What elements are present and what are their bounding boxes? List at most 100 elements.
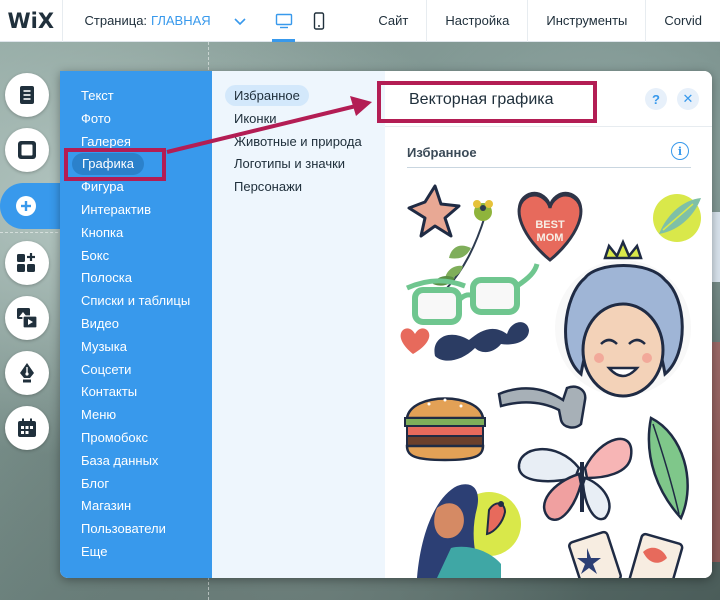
category-item-label: Кнопка — [81, 224, 124, 240]
apps-button[interactable] — [5, 241, 49, 285]
category-list: Текст Фото Галерея Графика Фигура Интерактив К… — [60, 71, 212, 578]
subcategory-item[interactable]: Животные и природа — [212, 131, 385, 154]
heart-text-line2: MOM — [537, 232, 564, 244]
category-item[interactable]: Меню — [60, 404, 212, 427]
menu-tools[interactable]: Инструменты — [527, 0, 645, 42]
category-item-label: Галерея — [81, 133, 131, 149]
grandma-sticker[interactable] — [555, 238, 691, 398]
pages-icon — [20, 86, 34, 104]
sticker-gallery: BEST MOM — [397, 178, 707, 578]
category-item-label: Магазин — [81, 498, 132, 514]
background-button[interactable] — [5, 128, 49, 172]
desktop-icon — [275, 13, 292, 28]
subcategory-item[interactable]: Избранное — [212, 85, 385, 108]
subcategory-item[interactable]: Персонажи — [212, 176, 385, 199]
small-heart-sticker[interactable] — [400, 328, 430, 354]
category-item[interactable]: База данных — [60, 450, 212, 473]
heart-text-line1: BEST — [535, 219, 565, 231]
category-item-label: Блог — [81, 475, 110, 491]
page-selector-value: ГЛАВНАЯ — [151, 13, 211, 28]
category-item[interactable]: Магазин — [60, 495, 212, 518]
close-button[interactable]: ✕ — [677, 88, 699, 110]
pipe-sticker[interactable] — [497, 385, 587, 429]
pages-button[interactable] — [5, 73, 49, 117]
chevron-down-icon — [233, 17, 246, 25]
palm-leaf-sticker[interactable] — [653, 194, 701, 242]
category-item[interactable]: Музыка — [60, 336, 212, 359]
category-item[interactable]: Бокс — [60, 245, 212, 268]
category-item-label: Интерактив — [81, 201, 151, 217]
green-leaf-sticker[interactable] — [647, 416, 689, 521]
help-button[interactable]: ? — [645, 88, 667, 110]
ticket-stickers[interactable] — [568, 530, 684, 578]
category-item-label: Контакты — [81, 384, 138, 400]
category-item[interactable]: Кнопка — [60, 222, 212, 245]
desktop-view-button[interactable] — [266, 0, 301, 42]
category-item-label: Фото — [81, 110, 111, 126]
menu-corvid[interactable]: Corvid — [645, 0, 720, 42]
category-item[interactable]: Галерея — [60, 131, 212, 154]
page-selector[interactable]: Страница: ГЛАВНАЯ — [63, 0, 267, 42]
category-item-label: Списки и таблицы — [81, 293, 191, 309]
category-item-label: Бокс — [81, 247, 110, 263]
mobile-icon — [313, 11, 324, 30]
section-title: Избранное — [407, 145, 477, 160]
bookings-button[interactable] — [5, 406, 49, 450]
menu-site[interactable]: Сайт — [376, 0, 426, 42]
section-header: Избранное i — [407, 142, 691, 168]
add-button[interactable] — [0, 183, 60, 229]
media-button[interactable] — [5, 296, 49, 340]
category-item[interactable]: Пользователи — [60, 518, 212, 541]
category-item[interactable]: Полоска — [60, 267, 212, 290]
info-icon[interactable]: i — [671, 142, 689, 160]
subcategory-item-label: Иконки — [234, 110, 277, 126]
category-item[interactable]: Промобокс — [60, 427, 212, 450]
category-item[interactable]: Контакты — [60, 381, 212, 404]
add-icon — [16, 196, 36, 216]
category-item-label: База данных — [81, 452, 159, 468]
media-icon — [17, 308, 38, 329]
subcategory-item[interactable]: Логотипы и значки — [212, 153, 385, 176]
content-header: Векторная графика ? ✕ — [385, 71, 712, 127]
category-item[interactable]: Фото — [60, 108, 212, 131]
background-icon — [18, 141, 36, 159]
category-item[interactable]: Видео — [60, 313, 212, 336]
category-item-label: Меню — [81, 407, 117, 423]
mobile-view-button[interactable] — [301, 0, 336, 42]
category-item-label: Музыка — [81, 338, 127, 354]
subcategory-item-label: Избранное — [225, 85, 309, 106]
star-sticker[interactable] — [407, 184, 461, 238]
woman-with-bird-sticker[interactable] — [417, 484, 521, 578]
bookings-icon — [18, 418, 36, 437]
category-item-label: Промобокс — [81, 429, 148, 445]
category-item-label: Соцсети — [81, 361, 132, 377]
category-item-label: Полоска — [81, 270, 132, 286]
sticker-gallery-svg: BEST MOM — [400, 184, 701, 578]
wix-logo[interactable]: WiX — [0, 0, 63, 42]
burger-sticker[interactable] — [404, 397, 486, 462]
subcategory-item-label: Животные и природа — [234, 133, 362, 149]
top-menu: Сайт Настройка Инструменты Corvid — [376, 0, 720, 42]
category-item[interactable]: Блог — [60, 473, 212, 496]
blog-button[interactable] — [5, 351, 49, 395]
subcategory-item[interactable]: Иконки — [212, 108, 385, 131]
category-item[interactable]: Текст — [60, 85, 212, 108]
apps-icon — [17, 253, 35, 272]
category-item-label: Фигура — [81, 179, 124, 195]
add-elements-panel: Текст Фото Галерея Графика Фигура Интерактив К… — [60, 71, 712, 578]
category-item-label: Текст — [81, 88, 114, 103]
page-selector-label: Страница: — [84, 13, 148, 28]
category-item[interactable]: Списки и таблицы — [60, 290, 212, 313]
category-item[interactable]: Еще — [60, 541, 212, 564]
glasses-sticker[interactable] — [405, 263, 540, 325]
menu-settings[interactable]: Настройка — [426, 0, 527, 42]
category-item[interactable]: Графика — [60, 153, 212, 176]
blog-pen-icon — [20, 363, 34, 383]
best-mom-heart-sticker[interactable]: BEST MOM — [517, 191, 583, 262]
mustache-sticker[interactable] — [434, 322, 529, 361]
content-title: Векторная графика — [409, 91, 554, 108]
category-item[interactable]: Фигура — [60, 176, 212, 199]
butterfly-sticker[interactable] — [517, 437, 633, 521]
category-item[interactable]: Соцсети — [60, 359, 212, 382]
category-item[interactable]: Интерактив — [60, 199, 212, 222]
